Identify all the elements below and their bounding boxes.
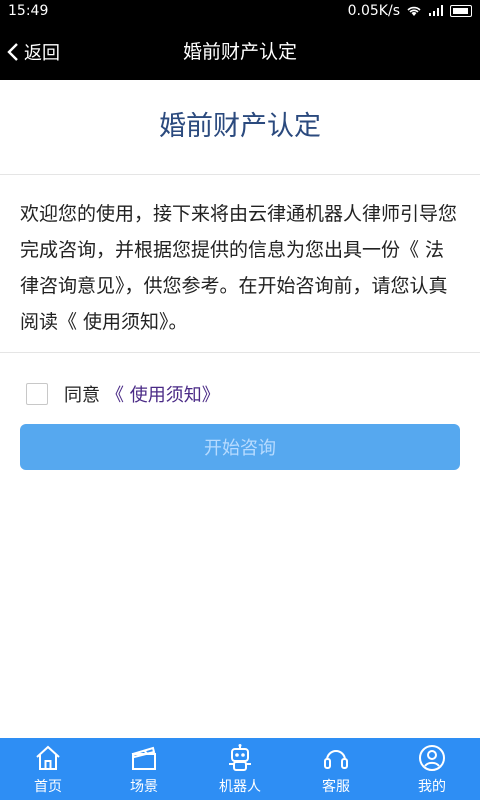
usage-notice-link[interactable]: 《 使用须知》	[106, 381, 220, 407]
page-title: 婚前财产认定	[0, 80, 480, 175]
user-icon	[419, 744, 445, 771]
battery-icon	[450, 5, 472, 17]
wifi-icon	[407, 6, 421, 16]
tab-mine[interactable]: 我的	[384, 738, 480, 800]
tab-label-robot: 机器人	[219, 778, 261, 795]
status-bar: 15:49 0.05K/s	[0, 0, 480, 24]
agreement-row: 同意 《 使用须知》	[26, 378, 220, 410]
tab-label-scene: 场景	[130, 778, 158, 795]
tab-label-service: 客服	[322, 778, 350, 795]
home-icon	[36, 745, 60, 770]
divider	[0, 352, 480, 353]
tab-bar: 首页 场景 机器人 客服 我的	[0, 738, 480, 800]
tab-scene[interactable]: 场景	[96, 738, 192, 800]
status-right: 0.05K/s	[348, 3, 472, 19]
intro-text: 欢迎您的使用，接下来将由云律通机器人律师引导您完成咨询，并根据您提供的信息为您出…	[20, 203, 458, 333]
tab-service[interactable]: 客服	[288, 738, 384, 800]
agree-label: 同意	[64, 385, 100, 406]
agree-checkbox[interactable]	[26, 383, 48, 405]
signal-icon	[429, 5, 443, 16]
network-speed: 0.05K/s	[347, 3, 400, 19]
nav-title: 婚前财产认定	[182, 41, 297, 63]
robot-icon	[229, 743, 251, 771]
clapperboard-icon	[131, 746, 156, 770]
nav-bar: 返回 婚前财产认定	[0, 24, 480, 80]
tab-robot[interactable]: 机器人	[192, 738, 288, 800]
tab-label-home: 首页	[34, 778, 62, 795]
headset-icon	[324, 749, 348, 769]
status-time: 15:49	[8, 3, 49, 19]
start-consult-button[interactable]: 开始咨询	[20, 424, 460, 470]
tab-label-mine: 我的	[418, 778, 446, 795]
tab-home[interactable]: 首页	[0, 738, 96, 800]
